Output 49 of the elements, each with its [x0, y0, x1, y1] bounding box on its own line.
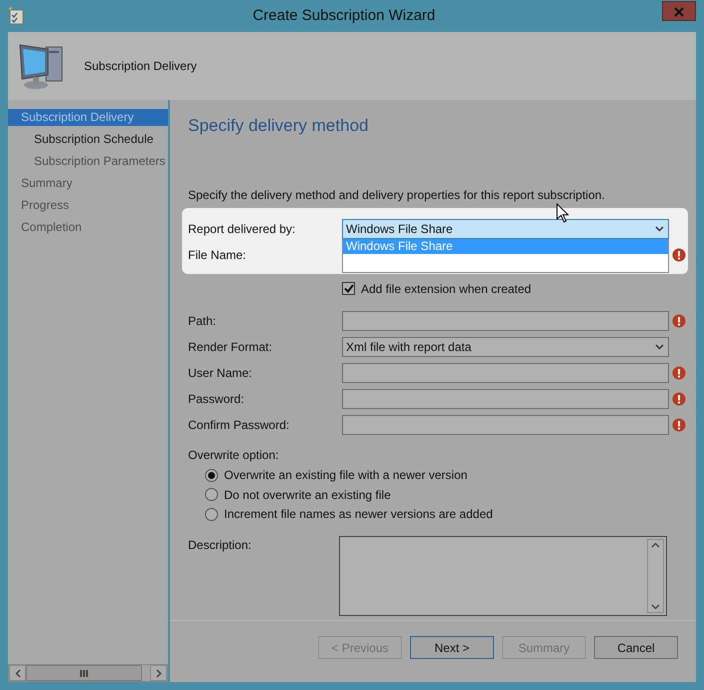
radio-button[interactable]: [205, 468, 218, 482]
sidebar-item[interactable]: Subscription Schedule: [8, 131, 168, 153]
field-label: User Name:: [188, 364, 254, 382]
dropdown-option[interactable]: Windows File Share: [343, 238, 668, 254]
field-label: Render Format:: [188, 338, 274, 356]
scroll-up-icon[interactable]: [651, 542, 660, 548]
scroll-thumb[interactable]: [26, 665, 142, 681]
scroll-right-button[interactable]: [150, 665, 167, 681]
group-label: Overwrite option:: [188, 446, 280, 464]
radio-button[interactable]: [205, 488, 218, 502]
radio-label: Increment file names as newer versions are added: [224, 506, 493, 524]
scroll-left-button[interactable]: [9, 665, 26, 681]
wizard-button[interactable]: Cancel: [594, 636, 678, 659]
input-field[interactable]: [342, 362, 669, 382]
close-button[interactable]: [662, 1, 696, 21]
checkbox-label: Add file extension when created: [361, 280, 532, 298]
app-icon: [8, 7, 26, 25]
checkbox[interactable]: [342, 282, 355, 295]
radio-label: Overwrite an existing file with a newer version: [224, 467, 468, 484]
dropdown-value: Xml file with report data: [346, 338, 472, 356]
right-chevron-icon[interactable]: [156, 668, 162, 678]
header-title: Subscription Delivery: [84, 58, 197, 75]
field-label: Confirm Password:: [188, 416, 290, 434]
mouse-pointer-icon: [556, 203, 569, 223]
input-field[interactable]: [342, 414, 669, 434]
caret-icon: [655, 226, 664, 232]
scroll-down-icon[interactable]: [651, 604, 660, 610]
horizontal-scrollbar[interactable]: [8, 664, 168, 682]
intro-text: Specify the delivery method and delivery properties for this report subscription.: [188, 186, 606, 204]
caret-icon: [655, 344, 664, 350]
input-field[interactable]: [342, 310, 669, 330]
dropdown-field[interactable]: Xml file with report data: [342, 336, 669, 356]
grip-icon: [80, 670, 88, 676]
page-heading: Specify delivery method: [188, 115, 370, 137]
window-title: Create Subscription Wizard: [252, 6, 436, 26]
field-label: Report delivered by:: [188, 220, 296, 238]
radio-button[interactable]: [205, 508, 218, 521]
close-icon[interactable]: [674, 6, 684, 17]
description-textarea[interactable]: [339, 536, 667, 616]
field-label: File Name:: [188, 246, 248, 264]
input-field[interactable]: [342, 388, 669, 408]
left-chevron-icon[interactable]: [14, 668, 20, 678]
field-label: Path:: [188, 312, 218, 330]
sidebar-item[interactable]: Subscription Delivery: [8, 109, 168, 126]
wizard-button[interactable]: Next >: [410, 636, 494, 659]
field-label: Description:: [188, 537, 252, 554]
field-label: Password:: [188, 390, 246, 408]
radio-label: Do not overwrite an existing file: [224, 486, 391, 504]
dropdown-value: Windows File Share: [346, 220, 453, 238]
